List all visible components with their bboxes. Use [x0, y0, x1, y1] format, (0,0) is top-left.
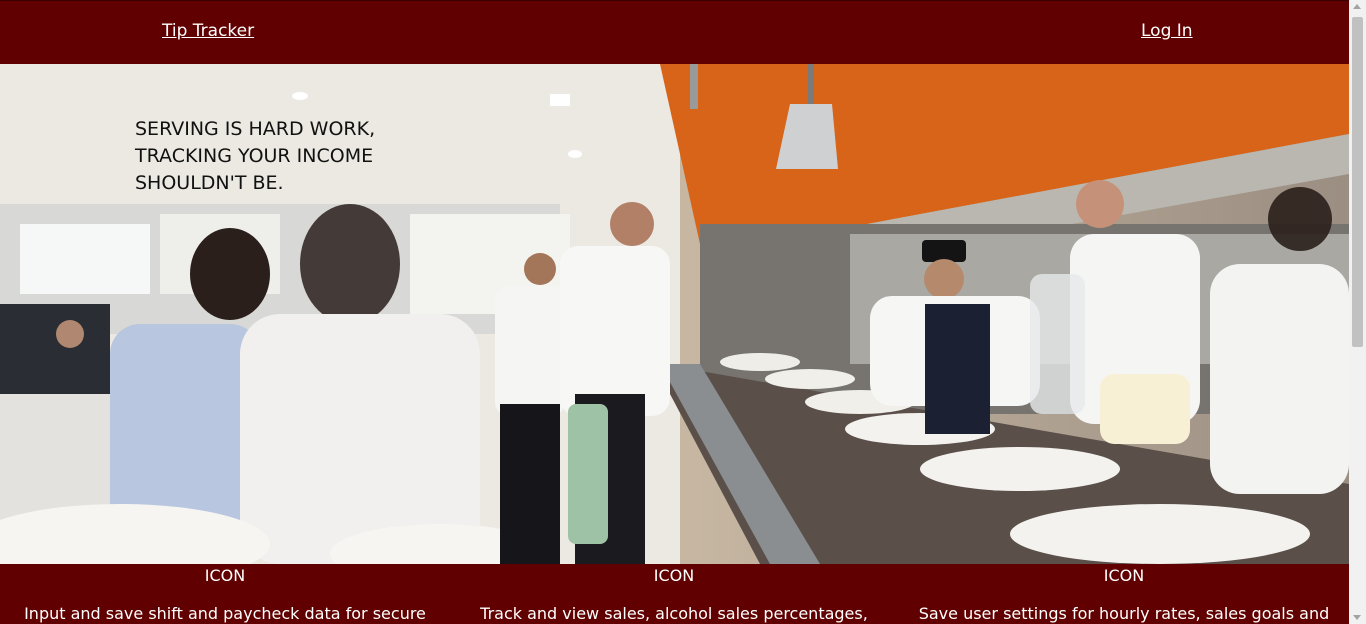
feature-card-shift-data: ICON Input and save shift and paycheck d… [0, 564, 450, 624]
vertical-scrollbar[interactable] [1349, 0, 1366, 624]
login-link[interactable]: Log In [1141, 21, 1193, 41]
feature-icon-placeholder: ICON [653, 566, 695, 585]
feature-description: Track and view sales, alcohol sales perc… [480, 604, 868, 623]
scrollbar-thumb[interactable] [1352, 17, 1363, 347]
features-band: ICON Input and save shift and paycheck d… [0, 564, 1349, 624]
feature-icon-placeholder: ICON [204, 566, 246, 585]
feature-description: Input and save shift and paycheck data f… [24, 604, 426, 623]
hero-headline-line-1: SERVING IS HARD WORK, [135, 118, 376, 140]
feature-card-user-settings: ICON Save user settings for hourly rates… [899, 564, 1349, 624]
tip-tracker-home-link[interactable]: Tip Tracker [162, 21, 254, 41]
scroll-up-arrow-icon[interactable] [1353, 4, 1361, 9]
hero-headline: SERVING IS HARD WORK, TRACKING YOUR INCO… [135, 116, 435, 197]
top-navigation-bar: Tip Tracker Log In [0, 0, 1349, 64]
hero-headline-line-3: SHOULDN'T BE. [135, 172, 284, 194]
scroll-down-arrow-icon[interactable] [1353, 615, 1361, 620]
page: Tip Tracker Log In SERVING IS HARD WORK,… [0, 0, 1349, 624]
feature-description: Save user settings for hourly rates, sal… [918, 604, 1330, 623]
hero-headline-line-2: TRACKING YOUR INCOME [135, 145, 374, 167]
hero-banner: SERVING IS HARD WORK, TRACKING YOUR INCO… [0, 64, 1349, 564]
feature-card-sales-tracking: ICON Track and view sales, alcohol sales… [449, 564, 899, 624]
feature-icon-placeholder: ICON [1103, 566, 1145, 585]
